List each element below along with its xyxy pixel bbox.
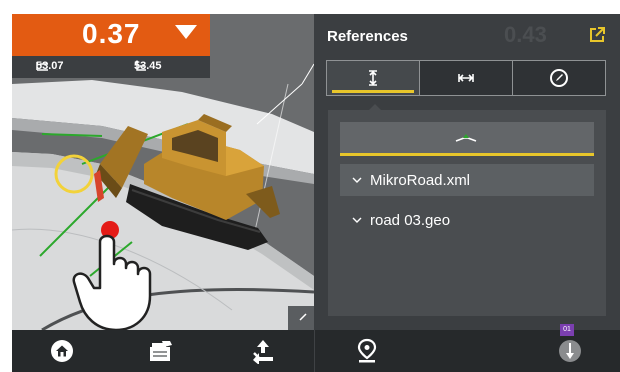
road-section-icon bbox=[455, 134, 477, 142]
arrows-icon bbox=[253, 340, 273, 364]
blade-elevations: 53.07 53.45 bbox=[12, 56, 210, 78]
horizontal-offset-icon bbox=[458, 74, 474, 82]
collapse-arrow-icon bbox=[299, 313, 307, 321]
compass-icon bbox=[550, 69, 568, 87]
tree-item-label: road 03.geo bbox=[370, 211, 451, 229]
bottom-toolbar bbox=[12, 330, 620, 372]
reference-tree: MikroRoad.xml road 03.geo bbox=[328, 110, 606, 316]
panel-title: References bbox=[327, 28, 408, 45]
home-button[interactable] bbox=[47, 336, 77, 366]
chevron-down-icon bbox=[352, 177, 362, 183]
cut-fill-value: 0.37 bbox=[82, 18, 141, 49]
cut-fill-readout[interactable]: 0.37 bbox=[12, 14, 210, 56]
right-elevation: 53.45 bbox=[134, 60, 162, 72]
chevron-down-icon bbox=[352, 217, 362, 223]
triangle-down-icon bbox=[175, 25, 197, 39]
left-elevation: 53.07 bbox=[36, 60, 64, 72]
app-frame: 0.37 53.07 53.45 References 0.43 MikroRo… bbox=[12, 14, 620, 372]
panel-collapse-handle[interactable] bbox=[288, 306, 314, 330]
vertical-offset-icon bbox=[369, 70, 377, 86]
home-icon bbox=[51, 340, 73, 362]
tab-vertical[interactable] bbox=[327, 61, 420, 95]
reference-tabs bbox=[326, 60, 606, 96]
plumb-button[interactable] bbox=[555, 336, 585, 366]
arrows-button[interactable] bbox=[248, 336, 278, 366]
external-link-icon[interactable] bbox=[588, 26, 606, 44]
location-icon bbox=[357, 338, 377, 363]
files-button[interactable] bbox=[146, 336, 176, 366]
tree-item-label: MikroRoad.xml bbox=[370, 171, 471, 189]
road-section-button[interactable] bbox=[340, 122, 594, 156]
tab-horizontal[interactable] bbox=[420, 61, 513, 95]
left-blade-icon bbox=[36, 62, 48, 71]
tool-badge: 01 bbox=[560, 324, 574, 336]
references-panel: References 0.43 MikroRoad.xml road 03.ge… bbox=[314, 14, 620, 330]
background-value: 0.43 bbox=[504, 22, 547, 47]
tree-item-road03[interactable]: road 03.geo bbox=[340, 204, 594, 236]
tree-item-mikroroad[interactable]: MikroRoad.xml bbox=[340, 164, 594, 196]
files-icon bbox=[150, 341, 172, 361]
plumb-icon bbox=[559, 340, 581, 362]
right-blade-icon bbox=[135, 60, 146, 71]
machine-view[interactable]: 0.37 53.07 53.45 bbox=[12, 14, 314, 330]
toolbar-divider bbox=[314, 330, 315, 372]
tab-compass[interactable] bbox=[513, 61, 605, 95]
location-button[interactable] bbox=[352, 336, 382, 366]
